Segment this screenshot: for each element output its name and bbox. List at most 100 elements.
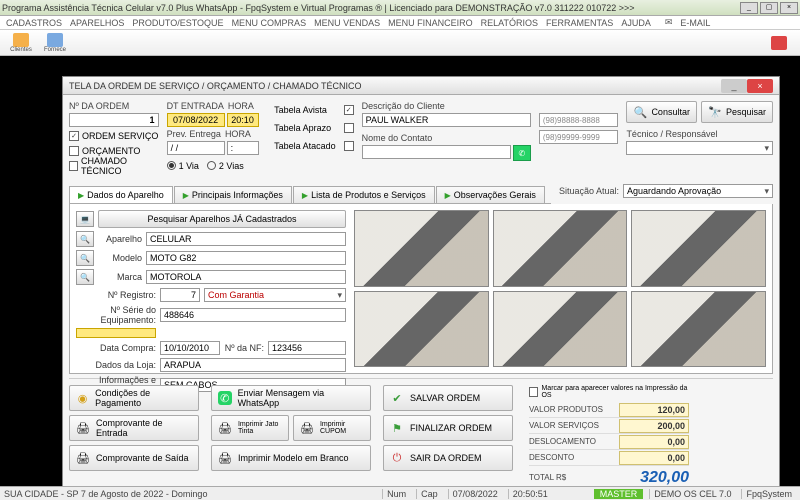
- menu-item[interactable]: MENU VENDAS: [314, 18, 380, 28]
- printer-icon: 🖨: [76, 451, 90, 465]
- comp-saida-button[interactable]: 🖨Comprovante de Saída: [69, 445, 199, 471]
- menu-item[interactable]: CADASTROS: [6, 18, 62, 28]
- via2-radio[interactable]: [207, 161, 216, 170]
- tab-lista-produtos[interactable]: ▶Lista de Produtos e Serviços: [293, 186, 435, 203]
- tab-observacoes[interactable]: ▶Observações Gerais: [436, 186, 545, 203]
- cupom-button[interactable]: 🖨Imprimir CUPOM: [293, 415, 371, 441]
- app-title-bar: Programa Assistência Técnica Celular v7.…: [0, 0, 800, 16]
- device-photo-5[interactable]: [493, 291, 628, 368]
- fone2-input[interactable]: (98)99999-9999: [539, 130, 619, 144]
- orcamento-checkbox[interactable]: [69, 146, 79, 156]
- consultar-button[interactable]: 🔍Consultar: [626, 101, 697, 123]
- exit-icon: ⏻: [390, 451, 404, 465]
- arrow-icon: ▶: [78, 191, 84, 200]
- sair-button[interactable]: ⏻SAIR DA ORDEM: [383, 445, 513, 471]
- via1-radio[interactable]: [167, 161, 176, 170]
- toolbar-fornece[interactable]: Fornece: [40, 32, 70, 54]
- status-bar: SUA CIDADE - SP 7 de Agosto de 2022 - Do…: [0, 486, 800, 500]
- status-user: MASTER: [594, 489, 644, 499]
- device-photo-4[interactable]: [354, 291, 489, 368]
- toolbar-close[interactable]: [764, 32, 794, 54]
- lookup-button[interactable]: 🔍: [76, 269, 94, 285]
- device-photo-3[interactable]: [631, 210, 766, 287]
- cliente-input[interactable]: PAUL WALKER: [362, 113, 531, 127]
- maximize-button[interactable]: ▢: [760, 2, 778, 14]
- tabela-atacado-checkbox[interactable]: [344, 141, 354, 151]
- valor-desconto: 0,00: [619, 451, 689, 465]
- binoculars-icon: 🔭: [708, 105, 722, 119]
- printer-icon: 🖨: [218, 451, 232, 465]
- prev-hora-input[interactable]: :: [227, 141, 259, 155]
- flag-icon: ⚑: [390, 421, 404, 435]
- menu-item[interactable]: MENU FINANCEIRO: [388, 18, 473, 28]
- valor-servicos: 200,00: [619, 419, 689, 433]
- whatsapp-icon[interactable]: ✆: [513, 145, 531, 161]
- marca-input[interactable]: MOTOROLA: [146, 270, 346, 284]
- tab-dados-aparelho[interactable]: ▶Dados do Aparelho: [69, 186, 173, 203]
- menu-item[interactable]: FERRAMENTAS: [546, 18, 613, 28]
- lookup-button[interactable]: 🔍: [76, 250, 94, 266]
- comp-entrada-button[interactable]: 🖨Comprovante de Entrada: [69, 415, 199, 441]
- registro-input[interactable]: 7: [160, 288, 200, 302]
- main-toolbar: Clientes Fornece: [0, 30, 800, 56]
- minimize-button[interactable]: _: [740, 2, 758, 14]
- finalizar-button[interactable]: ⚑FINALIZAR ORDEM: [383, 415, 513, 441]
- tabela-aprazo-checkbox[interactable]: [344, 123, 354, 133]
- check-icon: ✔: [390, 391, 404, 405]
- dt-entrada-input[interactable]: 07/08/2022: [167, 113, 225, 127]
- printer-icon: 🖨: [300, 421, 314, 435]
- cond-pagamento-button[interactable]: ◉Condições de Pagamento: [69, 385, 199, 411]
- chamado-checkbox[interactable]: [69, 161, 78, 171]
- contato-input[interactable]: [362, 145, 511, 159]
- pesquisar-button[interactable]: 🔭Pesquisar: [701, 101, 773, 123]
- marker-checkbox[interactable]: [529, 387, 538, 397]
- tecnico-select[interactable]: ▾: [626, 141, 773, 155]
- close-button[interactable]: ×: [780, 2, 798, 14]
- tab-principais[interactable]: ▶Principais Informações: [174, 186, 292, 203]
- dialog-minimize-button[interactable]: _: [721, 79, 747, 93]
- device-icon: 💻: [76, 211, 94, 227]
- prev-date-input[interactable]: / /: [167, 141, 225, 155]
- app-title: Programa Assistência Técnica Celular v7.…: [2, 3, 635, 13]
- aparelho-input[interactable]: CELULAR: [146, 232, 346, 246]
- fone1-input[interactable]: (98)98888-8888: [539, 113, 619, 127]
- menu-email[interactable]: E-MAIL: [680, 18, 710, 28]
- menu-item[interactable]: PRODUTO/ESTOQUE: [132, 18, 223, 28]
- tabela-avista-checkbox[interactable]: ✓: [344, 105, 354, 115]
- menu-item[interactable]: AJUDA: [621, 18, 651, 28]
- hora-input[interactable]: 20:10: [227, 113, 259, 127]
- garantia-select[interactable]: Com Garantia▾: [204, 288, 346, 302]
- device-photo-1[interactable]: [354, 210, 489, 287]
- close-icon: [771, 36, 787, 50]
- device-tab-panel: 💻 Pesquisar Aparelhos JÁ Cadastrados 🔍Ap…: [69, 204, 773, 374]
- dialog-close-button[interactable]: ×: [747, 79, 773, 93]
- os-checkbox[interactable]: ✓: [69, 131, 79, 141]
- salvar-button[interactable]: ✔SALVAR ORDEM: [383, 385, 513, 411]
- device-photo-6[interactable]: [631, 291, 766, 368]
- situacao-select[interactable]: Aguardando Aprovação▾: [623, 184, 773, 198]
- pesq-aparelhos-button[interactable]: Pesquisar Aparelhos JÁ Cadastrados: [98, 210, 346, 228]
- device-photo-2[interactable]: [493, 210, 628, 287]
- modelo-branco-button[interactable]: 🖨Imprimir Modelo em Branco: [211, 445, 371, 471]
- menu-item[interactable]: MENU COMPRAS: [232, 18, 307, 28]
- lookup-button[interactable]: 🔍: [76, 231, 94, 247]
- status-date: 07/08/2022: [448, 489, 502, 499]
- whatsapp-button[interactable]: ✆Enviar Mensagem via WhatsApp: [211, 385, 371, 411]
- status-time: 20:50:51: [508, 489, 552, 499]
- nf-input[interactable]: 123456: [268, 341, 346, 355]
- jato-tinta-button[interactable]: 🖨Imprimir Jato Tinta: [211, 415, 289, 441]
- supplier-icon: [47, 33, 63, 47]
- serie-input[interactable]: 488646: [160, 308, 346, 322]
- toolbar-clientes[interactable]: Clientes: [6, 32, 36, 54]
- printer-icon: 🖨: [218, 421, 232, 435]
- menu-item[interactable]: RELATÓRIOS: [481, 18, 538, 28]
- printer-icon: 🖨: [76, 421, 90, 435]
- people-icon: [13, 33, 29, 47]
- search-icon: 🔍: [633, 105, 647, 119]
- loja-input[interactable]: ARAPUA: [160, 358, 346, 372]
- valor-produtos: 120,00: [619, 403, 689, 417]
- menu-item[interactable]: APARELHOS: [70, 18, 124, 28]
- order-no-input[interactable]: 1: [69, 113, 159, 127]
- data-compra-input[interactable]: 10/10/2010: [160, 341, 220, 355]
- modelo-input[interactable]: MOTO G82: [146, 251, 346, 265]
